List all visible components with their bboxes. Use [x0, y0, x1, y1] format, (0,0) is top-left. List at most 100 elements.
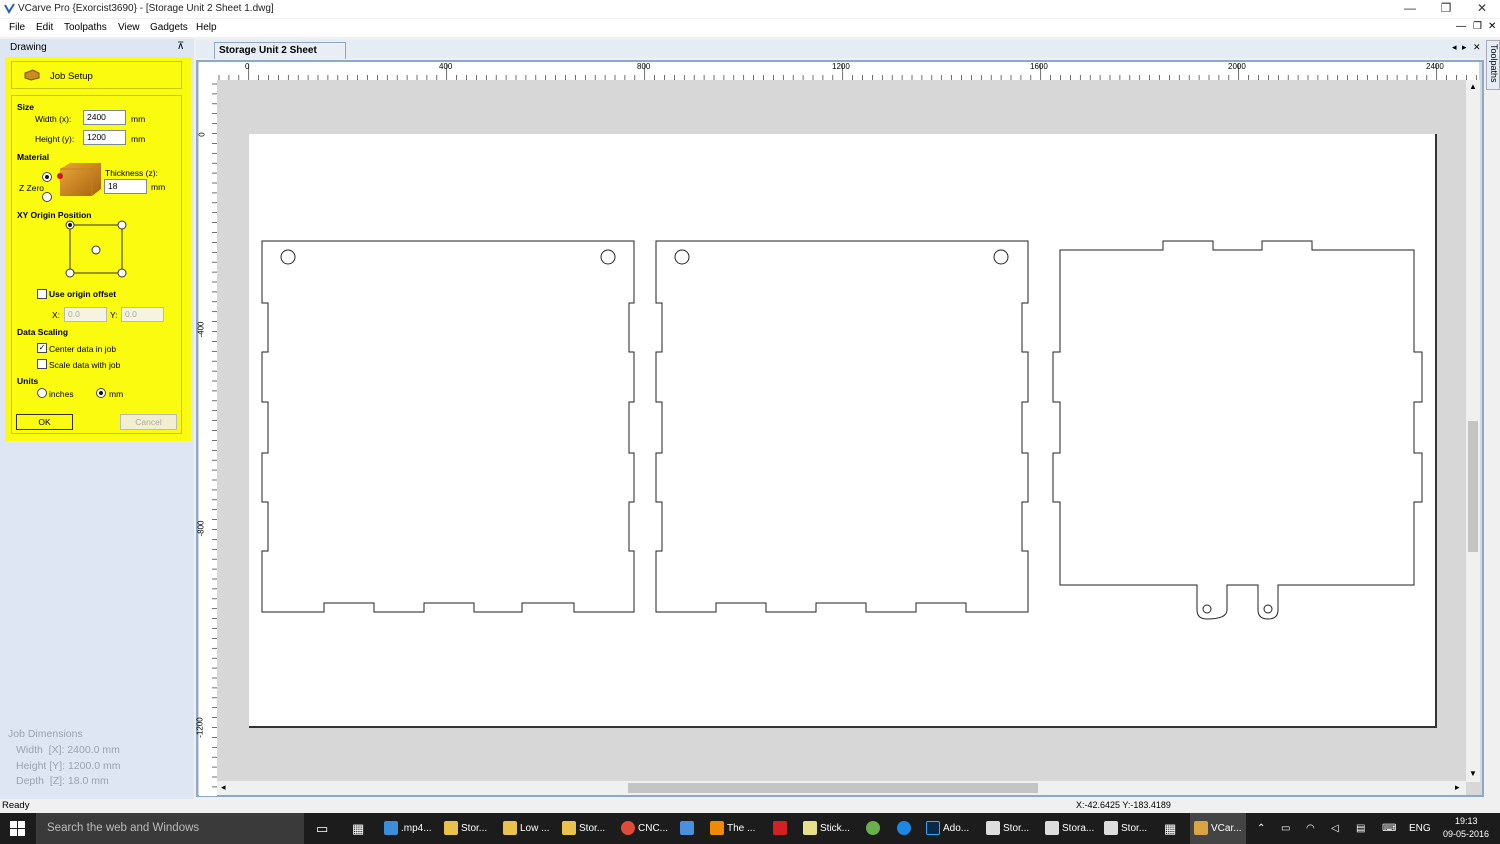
- volume-icon[interactable]: ◁: [1331, 813, 1339, 844]
- mm-radio[interactable]: [96, 388, 106, 398]
- clock-date[interactable]: 09-05-2016: [1443, 829, 1489, 839]
- store-icon[interactable]: ▦: [352, 813, 364, 844]
- tab-storage-unit-sheet[interactable]: Storage Unit 2 Sheet 1.dwg: [214, 42, 346, 71]
- calculator-icon[interactable]: ▦: [1164, 813, 1176, 844]
- taskbar-item[interactable]: The ...: [710, 813, 755, 844]
- width-input[interactable]: 2400: [83, 110, 126, 125]
- inches-radio[interactable]: [37, 388, 47, 398]
- tab-prev-button[interactable]: ◂: [1452, 42, 1457, 53]
- scroll-right-arrow-icon[interactable]: ▸: [1455, 782, 1460, 793]
- tab-next-button[interactable]: ▸: [1462, 42, 1467, 53]
- zzero-label: Z Zero: [19, 183, 45, 193]
- language-indicator[interactable]: ENG: [1409, 813, 1431, 844]
- scroll-down-arrow-icon[interactable]: ▼: [1469, 769, 1477, 778]
- taskbar-search-box[interactable]: Search the web and Windows: [36, 813, 304, 844]
- tray-chevron-icon[interactable]: ⌃: [1257, 813, 1265, 844]
- x-offset-input[interactable]: 0.0: [64, 307, 107, 322]
- pin-icon[interactable]: ⊼: [177, 41, 184, 52]
- cursor-coordinates: X:-42.6425 Y:-183.4189: [1076, 800, 1171, 810]
- taskbar-item-active[interactable]: VCar...: [1190, 813, 1246, 844]
- zzero-bottom-radio[interactable]: [42, 192, 52, 202]
- windows-start-icon[interactable]: [10, 821, 25, 836]
- taskbar-item[interactable]: Stick...: [803, 813, 850, 844]
- toolpaths-side-tab[interactable]: Toolpaths: [1486, 40, 1500, 90]
- mdi-minimize-button[interactable]: —: [1456, 21, 1466, 32]
- thickness-input[interactable]: 18: [104, 179, 147, 194]
- clock-time[interactable]: 19:13: [1455, 816, 1478, 826]
- tab-close-button[interactable]: ✕: [1473, 42, 1481, 53]
- inches-label: inches: [49, 389, 74, 399]
- scale-data-label: Scale data with job: [49, 360, 121, 370]
- hruler-label-2400: 2400: [1426, 62, 1444, 71]
- menu-gadgets[interactable]: Gadgets: [150, 22, 188, 33]
- edge-icon[interactable]: [897, 813, 914, 844]
- scroll-up-arrow-icon[interactable]: ▲: [1469, 82, 1477, 91]
- width-label: Width (x):: [35, 114, 72, 124]
- menu-file[interactable]: File: [9, 22, 25, 33]
- units-label: Units: [17, 376, 39, 386]
- keyboard-icon[interactable]: ⌨: [1382, 813, 1396, 844]
- minimize-button[interactable]: —: [1392, 0, 1428, 18]
- taskbar-item[interactable]: Stor...: [986, 813, 1029, 844]
- menu-help[interactable]: Help: [196, 22, 217, 33]
- toolpaths-side-tab-label: Toolpaths: [1489, 44, 1499, 83]
- utorrent-icon[interactable]: [866, 813, 883, 844]
- action-center-icon[interactable]: ▤: [1356, 813, 1365, 844]
- menu-edit[interactable]: Edit: [36, 22, 53, 33]
- panel-title: Drawing: [10, 42, 47, 53]
- mm-label: mm: [109, 389, 124, 399]
- zzero-top-radio[interactable]: [42, 172, 52, 182]
- media-player-icon[interactable]: [680, 813, 697, 844]
- xy-origin-selector[interactable]: [64, 220, 128, 278]
- taskbar-item[interactable]: CNC...: [621, 813, 668, 844]
- vertical-scroll-thumb[interactable]: [1468, 421, 1478, 552]
- taskbar-item[interactable]: Stora...: [1045, 813, 1094, 844]
- vertical-ruler: 0 -400 -800 -1200: [196, 80, 217, 796]
- taskbar-item[interactable]: Stor...: [444, 813, 487, 844]
- y-offset-input[interactable]: 0.0: [121, 307, 164, 322]
- center-data-checkbox[interactable]: ✓: [37, 343, 47, 353]
- ok-button[interactable]: OK: [16, 414, 73, 430]
- center-data-label: Center data in job: [49, 344, 117, 354]
- battery-icon[interactable]: ▭: [1281, 813, 1290, 844]
- job-setup-title: Job Setup: [50, 71, 93, 82]
- taskbar-item[interactable]: Ado...: [926, 813, 969, 844]
- wifi-icon[interactable]: ◠: [1306, 813, 1315, 844]
- vcarve-app-icon: [4, 3, 15, 14]
- material-label: Material: [17, 152, 50, 162]
- horizontal-ruler: 0 400 800 1200 1600 2000 2400: [199, 62, 1479, 80]
- taskbar-item[interactable]: Low ...: [503, 813, 549, 844]
- mdi-close-button[interactable]: ✕: [1488, 21, 1496, 32]
- scale-data-checkbox[interactable]: [37, 359, 47, 369]
- maximize-button[interactable]: ❐: [1428, 0, 1464, 18]
- x-offset-label: X:: [52, 310, 61, 320]
- horizontal-scroll-thumb[interactable]: [628, 783, 1038, 793]
- job-setup-form: Size Width (x): 2400 mm Height (y): 1200…: [11, 95, 182, 434]
- menu-toolpaths[interactable]: Toolpaths: [64, 22, 107, 33]
- scroll-left-arrow-icon[interactable]: ◂: [221, 782, 226, 793]
- hruler-label-1200: 1200: [832, 62, 850, 71]
- cancel-button[interactable]: Cancel: [120, 414, 177, 430]
- vruler-label-400: -400: [196, 321, 206, 338]
- use-origin-offset-checkbox[interactable]: [37, 289, 47, 299]
- size-label: Size: [17, 102, 35, 112]
- vertical-scrollbar[interactable]: ▲ ▼: [1466, 80, 1480, 782]
- hruler-label-800: 800: [637, 62, 651, 71]
- menu-view[interactable]: View: [118, 22, 140, 33]
- mdi-restore-button[interactable]: ❐: [1473, 21, 1482, 32]
- height-input[interactable]: 1200: [83, 130, 126, 145]
- material-sheet[interactable]: [249, 134, 1437, 728]
- vruler-label-800: -800: [196, 520, 206, 537]
- vruler-label-0: 0: [197, 132, 207, 137]
- height-unit: mm: [131, 134, 146, 144]
- close-button[interactable]: ✕: [1464, 0, 1500, 18]
- height-label: Height (y):: [35, 134, 75, 144]
- y-offset-label: Y:: [110, 310, 118, 320]
- taskbar-item[interactable]: .mp4...: [384, 813, 432, 844]
- horizontal-scrollbar[interactable]: ◂ ▸: [217, 781, 1466, 795]
- job-dimensions-height: Height [Y]: 1200.0 mm: [16, 760, 121, 772]
- taskbar-item[interactable]: Stor...: [1104, 813, 1147, 844]
- taskbar-item[interactable]: Stor...: [562, 813, 605, 844]
- flash-icon[interactable]: [773, 813, 790, 844]
- task-view-icon[interactable]: ▭: [316, 813, 328, 844]
